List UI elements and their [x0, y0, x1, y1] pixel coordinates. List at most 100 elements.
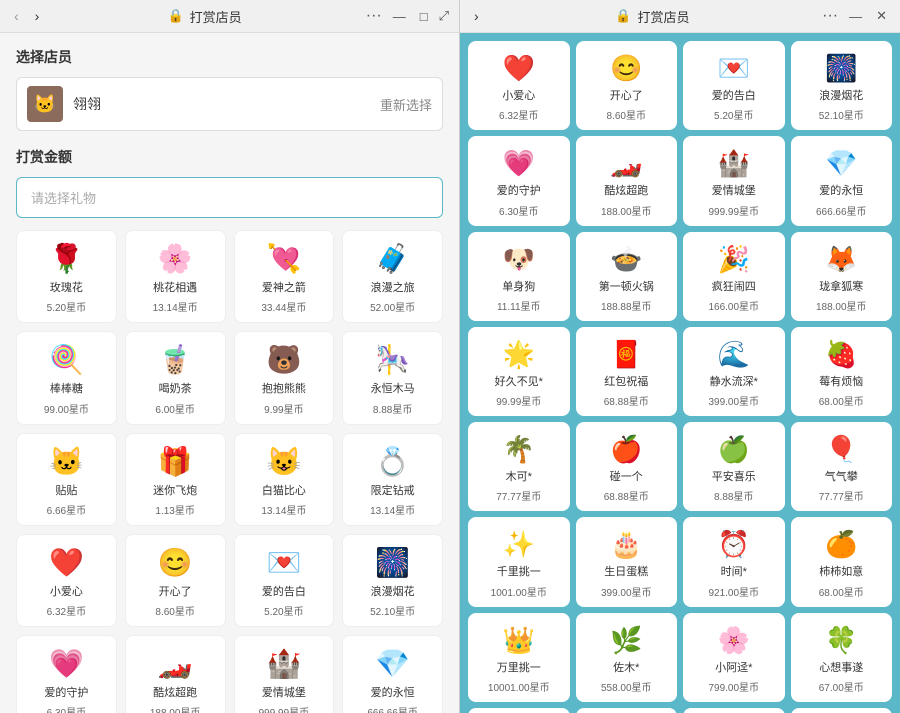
left-gift-item[interactable]: 💍 限定钻戒 13.14星币: [342, 433, 443, 526]
nav-dots[interactable]: ···: [366, 7, 382, 25]
right-gift-price: 188.00星币: [601, 203, 652, 218]
left-gift-item[interactable]: 🐱 贴贴 6.66星币: [16, 433, 117, 526]
right-gift-name: 好久不见*: [495, 375, 543, 389]
left-gift-item[interactable]: 🧋 喝奶茶 6.00星币: [125, 331, 226, 424]
right-gift-item[interactable]: 🏎️ 酷炫超跑 188.00星币: [576, 136, 678, 225]
staff-selector[interactable]: 🐱 翎翎 重新选择: [16, 77, 443, 131]
right-gift-price: 68.88星币: [604, 393, 649, 408]
right-gift-item[interactable]: 🍊 柿柿如意 68.00星币: [791, 517, 893, 606]
left-gift-item[interactable]: 💘 爱神之箭 33.44星币: [234, 230, 335, 323]
gift-emoji: 🏰: [266, 646, 301, 682]
right-gift-emoji: 🎂: [610, 527, 642, 561]
left-gift-item[interactable]: 💗 爱的守护 6.30星币: [16, 635, 117, 713]
right-gift-name: 珑拿狐寒: [819, 280, 863, 294]
minimize-button[interactable]: —: [390, 9, 409, 24]
gift-emoji: ❤️: [49, 545, 84, 581]
staff-name: 翎翎: [73, 94, 370, 114]
right-gift-price: 399.00星币: [708, 393, 759, 408]
left-gift-item[interactable]: ❤️ 小爱心 6.32星币: [16, 534, 117, 627]
right-gift-item[interactable]: 🐑 (礼物): [576, 708, 678, 713]
left-gift-item[interactable]: 🏎️ 酷炫超跑 188.00星币: [125, 635, 226, 713]
left-gift-item[interactable]: 🎁 迷你飞炮 1.13星币: [125, 433, 226, 526]
right-gift-item[interactable]: 🎈 气气攀 77.77星币: [791, 422, 893, 511]
right-gift-emoji: 💌: [718, 51, 750, 85]
left-nav-title: 🔒 打赏店员: [51, 7, 357, 26]
right-gift-name: 万里挑一: [497, 661, 541, 675]
right-gift-name: 爱情城堡: [712, 184, 756, 198]
left-gift-item[interactable]: 💌 爱的告白 5.20星币: [234, 534, 335, 627]
left-gift-item[interactable]: 🏰 爱情城堡 999.99星币: [234, 635, 335, 713]
gift-emoji: 💍: [375, 444, 410, 480]
right-gift-emoji: 🧧: [610, 337, 642, 371]
right-gift-item[interactable]: 🍏 平安喜乐 8.88星币: [683, 422, 785, 511]
lock-icon: 🔒: [167, 8, 183, 24]
right-gift-item[interactable]: 🌺 (更多): [468, 708, 570, 713]
right-gift-price: 68.88星币: [604, 488, 649, 503]
reselect-button[interactable]: 重新选择: [380, 95, 432, 114]
right-gift-item[interactable]: ⏰ 时间* 921.00星币: [683, 517, 785, 606]
right-gift-item[interactable]: ✨ 千里挑一 1001.00星币: [468, 517, 570, 606]
right-gift-item[interactable]: 💎 爱的永恒 666.66星币: [791, 136, 893, 225]
gift-price: 9.99星币: [264, 401, 303, 416]
right-gift-item[interactable]: 🌿 佐木* 558.00星币: [576, 613, 678, 702]
right-gift-price: 188.88星币: [601, 298, 652, 313]
right-gift-price: 399.00星币: [601, 584, 652, 599]
right-gift-price: 77.77星币: [819, 488, 864, 503]
gift-emoji: 🧋: [158, 342, 193, 378]
right-gift-item[interactable]: 😊 开心了 8.60星币: [576, 41, 678, 130]
right-gift-item[interactable]: 💗 爱的守护 6.30星币: [468, 136, 570, 225]
right-gift-item[interactable]: 🐶 单身狗 11.11星币: [468, 232, 570, 321]
right-gift-item[interactable]: 🍎 碰一个 68.88星币: [576, 422, 678, 511]
right-gift-item[interactable]: 🌟 好久不见* 99.99星币: [468, 327, 570, 416]
right-forward-arrow[interactable]: ›: [470, 6, 483, 26]
right-nav-dots[interactable]: ···: [822, 7, 838, 25]
right-gift-item[interactable]: 🌸 小阿迳* 799.00星币: [683, 613, 785, 702]
left-gifts-grid: 🌹 玫瑰花 5.20星币 🌸 桃花相遇 13.14星币 💘 爱神之箭 33.44…: [16, 230, 443, 713]
left-gift-item[interactable]: 🍭 棒棒糖 99.00星币: [16, 331, 117, 424]
right-gift-price: 10001.00星币: [488, 679, 550, 694]
left-gift-item[interactable]: 😊 开心了 8.60星币: [125, 534, 226, 627]
expand-button[interactable]: ⤢: [439, 8, 449, 24]
right-gift-item[interactable]: 🧧 红包祝福 68.88星币: [576, 327, 678, 416]
gift-price: 8.88星币: [373, 401, 412, 416]
back-arrow[interactable]: ‹: [10, 6, 23, 26]
right-gift-item[interactable]: 🎂 生日蛋糕 399.00星币: [576, 517, 678, 606]
left-gift-item[interactable]: 🌹 玫瑰花 5.20星币: [16, 230, 117, 323]
right-close-button[interactable]: ✕: [873, 8, 890, 24]
staff-avatar: 🐱: [27, 86, 63, 122]
left-gift-item[interactable]: 🐻 抱抱熊熊 9.99星币: [234, 331, 335, 424]
right-gift-item[interactable]: 🏰 爱情城堡 999.99星币: [683, 136, 785, 225]
right-gift-item[interactable]: 🌴 木可* 77.77星币: [468, 422, 570, 511]
gift-price: 666.66星币: [367, 704, 418, 713]
right-gift-item[interactable]: 🍓 莓有烦恼 68.00星币: [791, 327, 893, 416]
right-gift-item[interactable]: 🎆 浪漫烟花 52.10星币: [791, 41, 893, 130]
right-gift-item[interactable]: 💌 爱的告白 5.20星币: [683, 41, 785, 130]
right-gift-item[interactable]: 📖 (礼物): [683, 708, 785, 713]
left-gift-item[interactable]: 😺 白猫比心 13.14星币: [234, 433, 335, 526]
right-gift-item[interactable]: 🌊 静水流深* 399.00星币: [683, 327, 785, 416]
right-gift-item[interactable]: 👑 万里挑一 10001.00星币: [468, 613, 570, 702]
restore-button[interactable]: □: [417, 9, 431, 24]
right-minimize-button[interactable]: —: [846, 9, 865, 24]
left-gift-item[interactable]: 🌸 桃花相遇 13.14星币: [125, 230, 226, 323]
right-gift-item[interactable]: 🦊 珑拿狐寒 188.00星币: [791, 232, 893, 321]
right-gift-item[interactable]: 🎉 疯狂闹四 166.00星币: [683, 232, 785, 321]
right-gift-item[interactable]: 🍀 心想事遂 67.00星币: [791, 613, 893, 702]
right-gift-price: 68.00星币: [819, 584, 864, 599]
left-gift-item[interactable]: 🎆 浪漫烟花 52.10星币: [342, 534, 443, 627]
right-gift-price: 99.99星币: [496, 393, 541, 408]
left-gift-item[interactable]: 🎠 永恒木马 8.88星币: [342, 331, 443, 424]
gift-name: 白猫比心: [262, 484, 306, 498]
gift-emoji: 💗: [49, 646, 84, 682]
right-gift-item[interactable]: 🍲 第一顿火锅 188.88星币: [576, 232, 678, 321]
right-gift-item[interactable]: ❤️ 小爱心 6.32星币: [468, 41, 570, 130]
forward-arrow[interactable]: ›: [31, 6, 44, 26]
left-gift-item[interactable]: 🧳 浪漫之旅 52.00星币: [342, 230, 443, 323]
gift-price: 13.14星币: [261, 502, 306, 517]
right-gift-item[interactable]: 🌟 (礼物): [791, 708, 893, 713]
gift-name: 爱神之箭: [262, 281, 306, 295]
right-gift-emoji: 🌊: [718, 337, 750, 371]
gift-emoji: 🎁: [158, 444, 193, 480]
left-gift-item[interactable]: 💎 爱的永恒 666.66星币: [342, 635, 443, 713]
gift-placeholder[interactable]: 请选择礼物: [16, 177, 443, 218]
